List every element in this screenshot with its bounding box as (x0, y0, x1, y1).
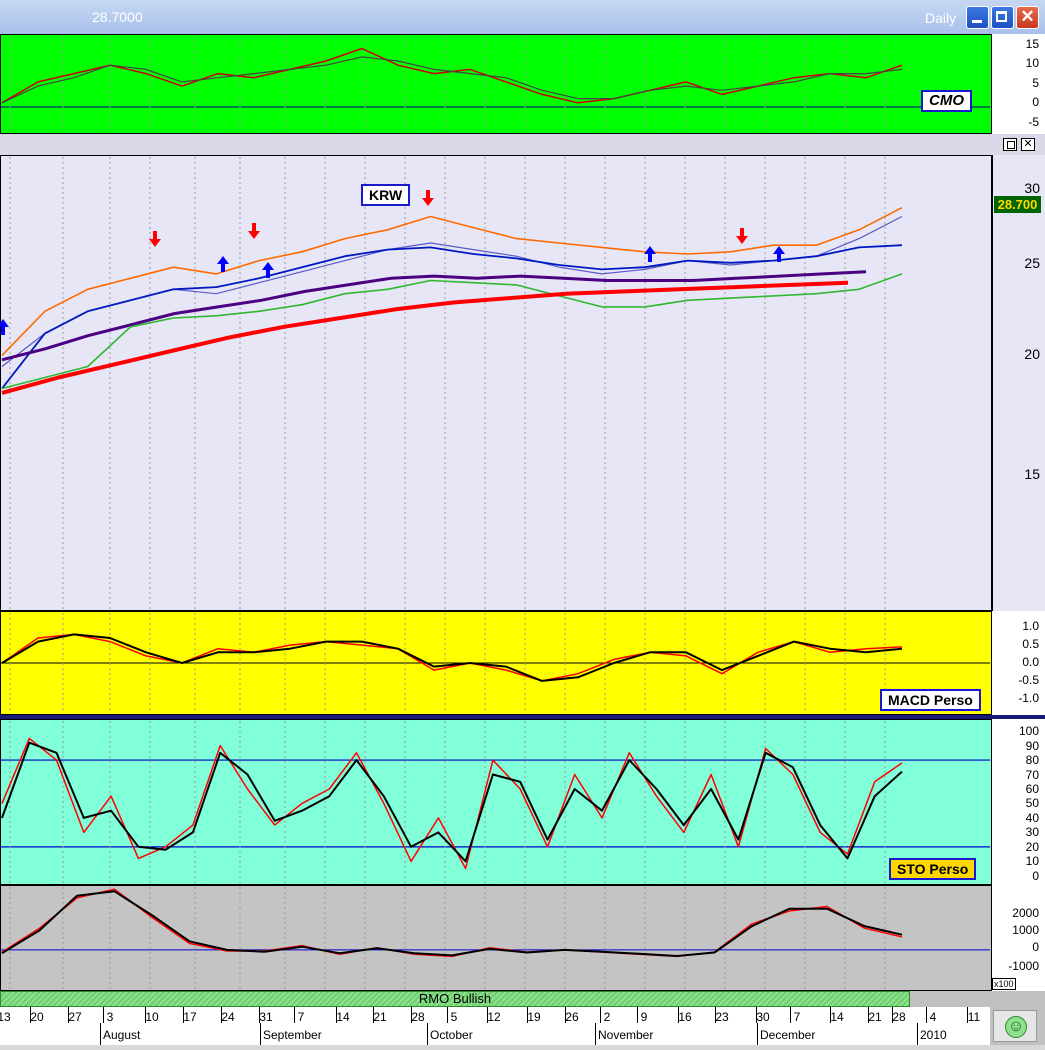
rmo-chart (0, 887, 990, 989)
rmo-axis: 2000 1000 0 -1000 x100 (992, 885, 1045, 991)
date-tick (868, 1007, 869, 1023)
date-tick (756, 1007, 757, 1023)
date-tick-label: 14 (336, 1010, 350, 1024)
rmo-signal-line (1, 890, 903, 957)
date-tick (967, 1007, 968, 1023)
date-tick (221, 1007, 222, 1023)
date-tick (336, 1007, 337, 1023)
month-separator (260, 1023, 261, 1045)
date-tick-label: 3 (106, 1010, 114, 1024)
date-tick-label: 23 (715, 1010, 729, 1024)
rmo-status-bar: RMO Bullish (0, 991, 910, 1007)
date-tick (411, 1007, 412, 1023)
rmo-axis-tick: -1000 (1008, 959, 1039, 973)
date-tick-label: 19 (527, 1010, 541, 1024)
date-tick-label: 21 (868, 1010, 882, 1024)
rmo-multiplier: x100 (992, 978, 1016, 990)
month-label: October (430, 1028, 473, 1042)
rmo-axis-tick: 2000 (1012, 906, 1039, 920)
month-label: August (103, 1028, 141, 1042)
date-tick-label: 9 (640, 1010, 648, 1024)
date-tick (68, 1007, 69, 1023)
date-tick (447, 1007, 448, 1023)
date-tick (830, 1007, 831, 1023)
month-label: September (263, 1028, 322, 1042)
date-tick (373, 1007, 374, 1023)
date-tick (637, 1007, 638, 1023)
status-panel: ☺ (993, 1010, 1037, 1042)
date-tick (183, 1007, 184, 1023)
date-tick-label: 17 (183, 1010, 197, 1024)
rmo-line (1, 888, 903, 958)
date-tick-label: 28 (411, 1010, 425, 1024)
date-tick (600, 1007, 601, 1023)
date-tick-label: 26 (565, 1010, 579, 1024)
date-tick (294, 1007, 295, 1023)
month-label: 2010 (920, 1028, 947, 1042)
month-separator (757, 1023, 758, 1045)
bottom-border (0, 1045, 1045, 1050)
date-tick (259, 1007, 260, 1023)
date-tick (715, 1007, 716, 1023)
date-tick (30, 1007, 31, 1023)
date-tick-label: 7 (793, 1010, 801, 1024)
month-separator (427, 1023, 428, 1045)
date-tick (790, 1007, 791, 1023)
rmo-axis-tick: 0 (1032, 940, 1039, 954)
month-separator (917, 1023, 918, 1045)
date-tick (103, 1007, 104, 1023)
date-tick (565, 1007, 566, 1023)
date-tick (892, 1007, 893, 1023)
date-tick-label: 5 (450, 1010, 458, 1024)
date-tick (145, 1007, 146, 1023)
date-tick-label: 13 (0, 1010, 11, 1024)
date-tick-label: 28 (892, 1010, 906, 1024)
date-tick (487, 1007, 488, 1023)
month-label: November (598, 1028, 654, 1042)
date-tick-label: 14 (830, 1010, 844, 1024)
date-tick-label: 12 (487, 1010, 501, 1024)
date-tick-label: 2 (603, 1010, 611, 1024)
date-tick-label: 21 (373, 1010, 387, 1024)
date-tick (678, 1007, 679, 1023)
date-tick-label: 24 (221, 1010, 235, 1024)
date-tick-label: 31 (259, 1010, 273, 1024)
date-tick-label: 7 (297, 1010, 305, 1024)
date-tick-label: 20 (30, 1010, 44, 1024)
smiley-icon[interactable]: ☺ (1005, 1016, 1027, 1038)
date-tick-label: 30 (756, 1010, 770, 1024)
date-tick (926, 1007, 927, 1023)
date-tick-label: 10 (145, 1010, 159, 1024)
date-tick-label: 4 (929, 1010, 937, 1024)
date-tick-label: 27 (68, 1010, 82, 1024)
date-tick-label: 11 (967, 1010, 981, 1024)
month-label: December (760, 1028, 816, 1042)
date-tick (527, 1007, 528, 1023)
rmo-axis-tick: 1000 (1012, 923, 1039, 937)
month-separator (595, 1023, 596, 1045)
date-axis: 13 20 27 3 10 17 24 31 7 14 21 28 5 12 19 26 2 9 16 23 30 7 14… (0, 1007, 990, 1045)
date-tick-label: 16 (678, 1010, 692, 1024)
month-separator (100, 1023, 101, 1045)
